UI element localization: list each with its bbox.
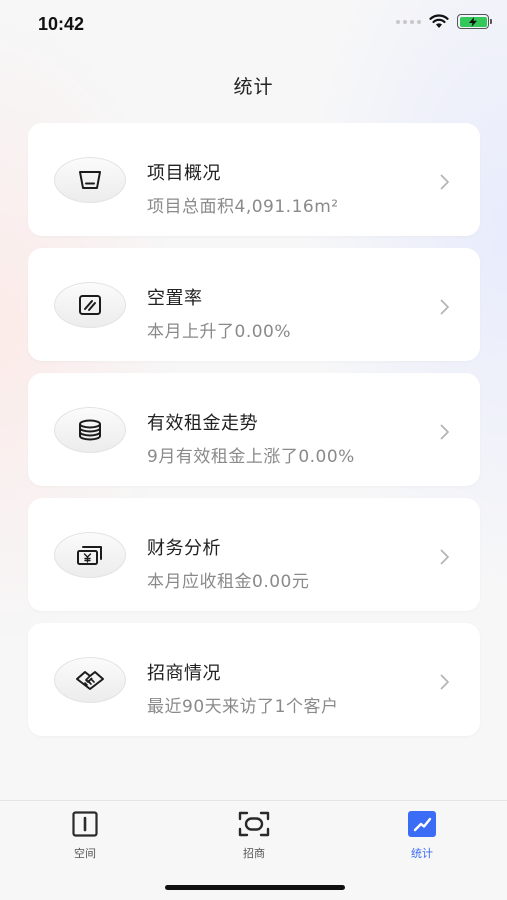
card-subtitle: 本月上升了0.00%	[147, 322, 292, 342]
chevron-right-icon	[440, 299, 449, 315]
status-icons	[396, 14, 492, 29]
card-leasing-status[interactable]: 招商情况 最近90天来访了1个客户	[28, 623, 480, 736]
home-indicator	[165, 885, 345, 890]
page-title: 统计	[233, 76, 274, 98]
space-icon	[45, 809, 125, 839]
trend-chart-icon	[382, 809, 462, 839]
card-title: 空置率	[147, 288, 203, 309]
tab-statistics[interactable]: 统计	[382, 809, 462, 861]
signal-dots-icon	[396, 19, 421, 24]
card-title: 招商情况	[147, 663, 221, 684]
coins-stack-icon	[54, 407, 126, 453]
card-subtitle: 本月应收租金0.00元	[147, 572, 310, 592]
card-financial-analysis[interactable]: 财务分析 本月应收租金0.00元	[28, 498, 480, 611]
tab-label: 空间	[74, 847, 96, 860]
card-project-overview[interactable]: 项目概况 项目总面积4,091.16m²	[28, 123, 480, 236]
card-effective-rent-trend[interactable]: 有效租金走势 9月有效租金上涨了0.00%	[28, 373, 480, 486]
card-subtitle: 9月有效租金上涨了0.00%	[147, 447, 355, 467]
handshake-icon	[54, 657, 126, 703]
chevron-right-icon	[440, 549, 449, 565]
tab-space[interactable]: 空间	[45, 809, 125, 861]
tab-label: 统计	[411, 847, 433, 860]
status-time: 10:42	[38, 14, 85, 34]
card-title: 有效租金走势	[147, 413, 258, 434]
wifi-icon	[429, 14, 449, 28]
stats-card-list: 项目概况 项目总面积4,091.16m² 空置率 本月上升了0.00% 有效租金…	[28, 123, 480, 748]
card-vacancy-rate[interactable]: 空置率 本月上升了0.00%	[28, 248, 480, 361]
area-icon	[54, 157, 126, 203]
yuan-bill-icon	[54, 532, 126, 578]
card-title: 项目概况	[147, 163, 221, 184]
scan-frame-icon	[214, 809, 294, 839]
chevron-right-icon	[440, 674, 449, 690]
card-subtitle: 项目总面积4,091.16m²	[147, 197, 339, 217]
tab-leasing[interactable]: 招商	[214, 809, 294, 861]
status-bar: 10:42	[0, 0, 507, 50]
vacancy-icon	[54, 282, 126, 328]
chevron-right-icon	[440, 174, 449, 190]
chevron-right-icon	[440, 424, 449, 440]
tab-label: 招商	[243, 847, 265, 860]
card-title: 财务分析	[147, 538, 221, 559]
battery-charging-icon	[457, 14, 492, 29]
card-subtitle: 最近90天来访了1个客户	[147, 697, 339, 717]
